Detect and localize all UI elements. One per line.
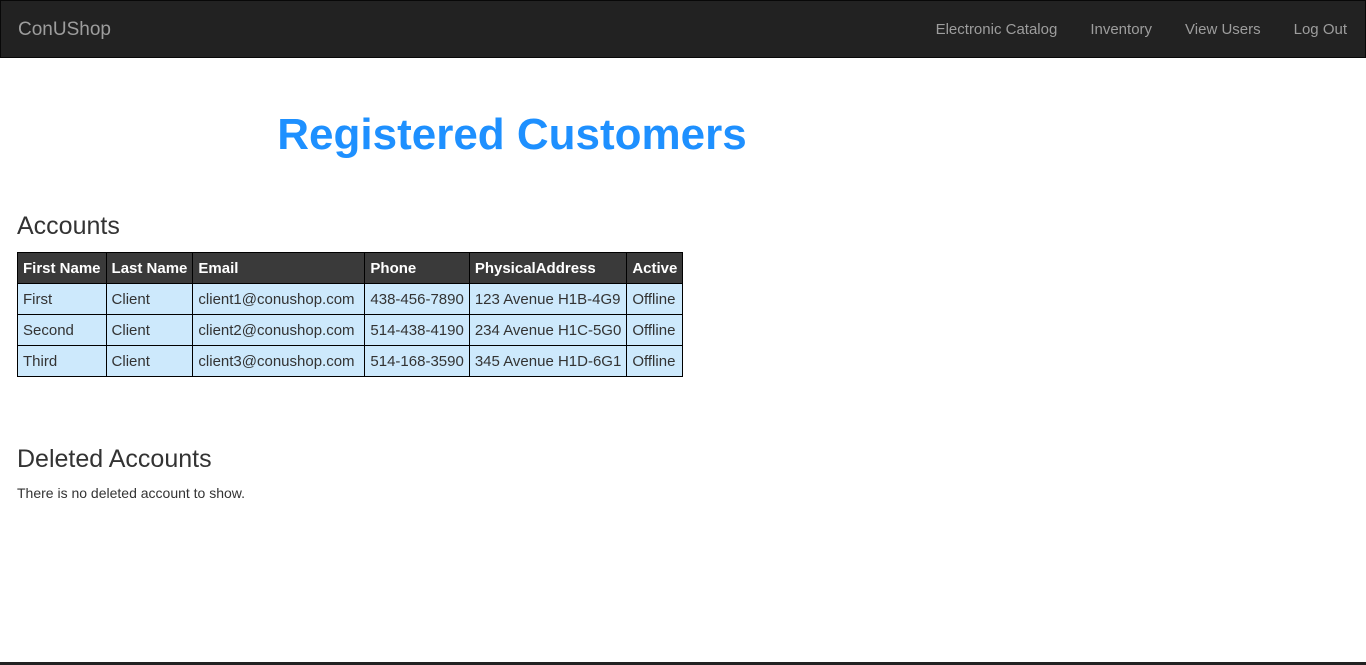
column-header-email: Email xyxy=(192,252,366,284)
cell-active-status: Offline xyxy=(626,283,684,315)
cell-phone: 438-456-7890 xyxy=(364,283,470,315)
nav-link-view-users[interactable]: View Users xyxy=(1185,21,1261,39)
cell-active-status: Offline xyxy=(626,345,684,377)
cell-email: client2@conushop.com xyxy=(192,314,366,346)
column-header-first-name: First Name xyxy=(17,252,107,284)
nav-link-electronic-catalog[interactable]: Electronic Catalog xyxy=(936,21,1058,39)
top-navbar: ConUShop Electronic Catalog Inventory Vi… xyxy=(0,0,1366,58)
nav-links: Electronic Catalog Inventory View Users … xyxy=(936,21,1347,39)
no-deleted-accounts-message: There is no deleted account to show. xyxy=(17,485,246,501)
nav-link-inventory[interactable]: Inventory xyxy=(1090,21,1152,39)
table-row: Third Client client3@conushop.com 514-16… xyxy=(17,345,684,377)
cell-email: client1@conushop.com xyxy=(192,283,366,315)
page-title: Registered Customers xyxy=(277,110,747,159)
cell-last-name: Client xyxy=(105,314,194,346)
brand-link[interactable]: ConUShop xyxy=(18,18,111,42)
cell-first-name: First xyxy=(17,283,107,315)
table-header-row: First Name Last Name Email Phone Physica… xyxy=(17,252,684,284)
accounts-heading: Accounts xyxy=(17,212,120,240)
column-header-last-name: Last Name xyxy=(105,252,194,284)
cell-last-name: Client xyxy=(105,345,194,377)
cell-active-status: Offline xyxy=(626,314,684,346)
column-header-physical-address: PhysicalAddress xyxy=(468,252,628,284)
cell-first-name: Third xyxy=(17,345,107,377)
cell-last-name: Client xyxy=(105,283,194,315)
cell-physical-address: 234 Avenue H1C-5G0 xyxy=(468,314,628,346)
cell-email: client3@conushop.com xyxy=(192,345,366,377)
deleted-accounts-heading: Deleted Accounts xyxy=(17,445,212,473)
cell-phone: 514-438-4190 xyxy=(364,314,470,346)
cell-phone: 514-168-3590 xyxy=(364,345,470,377)
column-header-active: Active xyxy=(626,252,684,284)
cell-first-name: Second xyxy=(17,314,107,346)
column-header-phone: Phone xyxy=(364,252,470,284)
cell-physical-address: 123 Avenue H1B-4G9 xyxy=(468,283,628,315)
accounts-table: First Name Last Name Email Phone Physica… xyxy=(17,252,684,377)
table-row: Second Client client2@conushop.com 514-4… xyxy=(17,314,684,346)
cell-physical-address: 345 Avenue H1D-6G1 xyxy=(468,345,628,377)
table-row: First Client client1@conushop.com 438-45… xyxy=(17,283,684,315)
nav-link-log-out[interactable]: Log Out xyxy=(1294,21,1347,39)
